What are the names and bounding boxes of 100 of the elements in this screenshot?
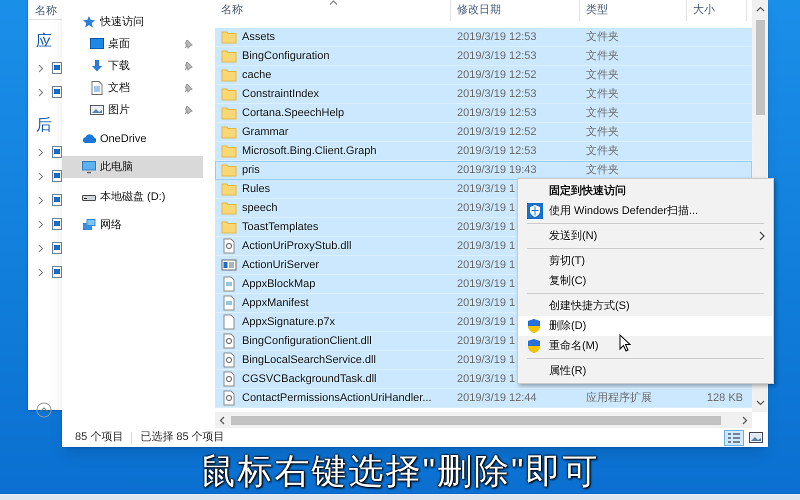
chevron-icon bbox=[38, 268, 44, 277]
chevron-icon bbox=[38, 148, 44, 157]
date-cell: 2019/3/19 12:52 bbox=[457, 68, 537, 81]
network-icon bbox=[82, 218, 96, 232]
nav-item[interactable]: 文档 bbox=[62, 77, 203, 99]
shield-icon bbox=[527, 203, 543, 219]
group-heading: 后 bbox=[36, 116, 52, 136]
file-row[interactable]: ConstraintIndex 2019/3/19 12:53 文件夹 bbox=[215, 85, 752, 104]
chevron-icon bbox=[38, 88, 44, 97]
file-name: cache bbox=[242, 68, 272, 83]
column-header[interactable]: 类型 bbox=[580, 0, 687, 21]
gear-file-icon bbox=[221, 238, 237, 254]
chevron-icon bbox=[38, 244, 44, 253]
file-row[interactable]: ContactPermissionsActionUriHandler... 2019/3/19 12:44 应用程序扩展 128 KB bbox=[215, 389, 752, 408]
type-cell: 文件夹 bbox=[586, 144, 619, 157]
document-icon bbox=[90, 81, 104, 95]
date-cell: 2019/3/19 12:52 bbox=[457, 126, 537, 138]
date-cell: 2019/3/19 1 bbox=[457, 334, 516, 347]
file-name: AppxBlockMap bbox=[242, 276, 316, 292]
type-cell: 文件夹 bbox=[586, 126, 619, 138]
file-name: ContactPermissionsActionUriHandler... bbox=[242, 390, 432, 406]
nav-item[interactable]: OneDrive bbox=[62, 128, 203, 150]
pin-icon bbox=[184, 39, 193, 49]
date-cell: 2019/3/19 1 bbox=[457, 354, 516, 366]
selected-count: 已选择 85 个项目 bbox=[140, 430, 225, 446]
type-cell: 文件夹 bbox=[586, 164, 619, 176]
mouse-cursor-icon bbox=[619, 334, 631, 352]
type-cell: 文件夹 bbox=[586, 106, 619, 119]
scroll-down-icon[interactable] bbox=[756, 400, 764, 406]
item-count: 85 个项目 bbox=[75, 430, 124, 446]
chevron-icon bbox=[38, 220, 44, 229]
scroll-right-icon[interactable] bbox=[742, 416, 748, 424]
date-cell: 2019/3/19 1 bbox=[457, 258, 516, 271]
date-cell: 2019/3/19 1 bbox=[457, 202, 516, 214]
column-header[interactable]: 修改日期 bbox=[451, 0, 580, 21]
pin-icon bbox=[184, 83, 193, 93]
gear-file-icon bbox=[221, 333, 237, 349]
file-row[interactable]: Grammar 2019/3/19 12:52 文件夹 bbox=[215, 123, 752, 142]
scroll-left-icon[interactable] bbox=[219, 416, 225, 424]
folder-icon bbox=[221, 29, 237, 45]
file-name: BingConfigurationClient.dll bbox=[242, 334, 372, 349]
file-name: Grammar bbox=[242, 124, 288, 140]
application-icon bbox=[221, 257, 237, 273]
picture-icon bbox=[90, 103, 104, 117]
thumbnail-view-button[interactable] bbox=[746, 430, 766, 446]
date-cell: 2019/3/19 1 bbox=[457, 296, 516, 309]
file-row[interactable]: Assets 2019/3/19 12:53 文件夹 bbox=[215, 28, 752, 47]
file-row[interactable]: BingConfiguration 2019/3/19 12:53 文件夹 bbox=[215, 47, 752, 66]
picture-view-icon bbox=[749, 432, 763, 443]
date-cell: 2019/3/19 12:53 bbox=[457, 88, 537, 100]
column-header[interactable]: 名称 bbox=[215, 0, 451, 21]
menu-item[interactable]: 删除(D) bbox=[518, 316, 773, 336]
date-cell: 2019/3/19 1 bbox=[457, 316, 516, 328]
file-name: AppxSignature.p7x bbox=[242, 314, 335, 330]
chevron-icon bbox=[38, 172, 44, 181]
scroll-thumb[interactable] bbox=[231, 416, 721, 424]
gear-file-icon bbox=[221, 371, 237, 387]
nav-item[interactable]: 桌面 bbox=[62, 33, 203, 55]
shield-icon bbox=[527, 318, 541, 334]
nav-item[interactable]: 网络 bbox=[62, 214, 203, 236]
date-cell: 2019/3/19 1 bbox=[457, 240, 516, 252]
file-name: Rules bbox=[242, 182, 270, 197]
date-cell: 2019/3/19 1 bbox=[457, 278, 516, 290]
monitor-icon bbox=[82, 160, 96, 174]
file-row[interactable]: Cortana.SpeechHelp 2019/3/19 12:53 文件夹 bbox=[215, 104, 752, 123]
scroll-thumb[interactable] bbox=[756, 20, 764, 115]
date-cell: 2019/3/19 12:53 bbox=[457, 30, 537, 43]
date-cell: 2019/3/19 12:53 bbox=[457, 144, 537, 157]
file-name: speech bbox=[242, 200, 278, 216]
shield-icon bbox=[527, 338, 541, 354]
nav-item[interactable]: 本地磁盘 (D:) bbox=[62, 186, 203, 208]
file-name: ActionUriServer bbox=[242, 258, 320, 273]
nav-item[interactable]: 图片 bbox=[62, 99, 203, 121]
code-file-icon bbox=[221, 295, 237, 311]
horizontal-scrollbar[interactable] bbox=[215, 412, 752, 428]
date-cell: 2019/3/19 12:44 bbox=[457, 392, 537, 404]
nav-item[interactable]: 此电脑 bbox=[62, 156, 203, 178]
details-view-button[interactable] bbox=[724, 430, 744, 446]
file-row[interactable]: cache 2019/3/19 12:52 文件夹 bbox=[215, 66, 752, 85]
type-cell: 文件夹 bbox=[586, 50, 619, 62]
type-cell: 文件夹 bbox=[586, 88, 619, 100]
type-cell: 应用程序扩展 bbox=[586, 392, 652, 404]
file-row[interactable]: pris 2019/3/19 19:43 文件夹 bbox=[215, 161, 752, 180]
nav-item[interactable]: 下载 bbox=[62, 55, 203, 77]
file-name: ConstraintIndex bbox=[242, 86, 320, 102]
file-name: ActionUriProxyStub.dll bbox=[242, 238, 352, 254]
group-heading: 应 bbox=[36, 32, 52, 52]
date-cell: 2019/3/19 1 bbox=[457, 372, 516, 385]
star-icon bbox=[82, 15, 96, 29]
column-header[interactable]: 大小 bbox=[687, 0, 747, 21]
desktop-icon bbox=[90, 37, 104, 51]
cloud-icon bbox=[82, 132, 96, 146]
pin-icon bbox=[184, 61, 193, 71]
type-cell: 文件夹 bbox=[586, 30, 619, 43]
file-row[interactable]: Microsoft.Bing.Client.Graph 2019/3/19 12:53 文件夹 bbox=[215, 142, 752, 161]
file-name: Assets bbox=[242, 30, 276, 45]
file-name: AppxManifest bbox=[242, 296, 309, 311]
size-cell: 128 KB bbox=[706, 392, 743, 404]
gear-file-icon bbox=[221, 390, 237, 406]
scroll-up-icon[interactable] bbox=[756, 6, 764, 12]
